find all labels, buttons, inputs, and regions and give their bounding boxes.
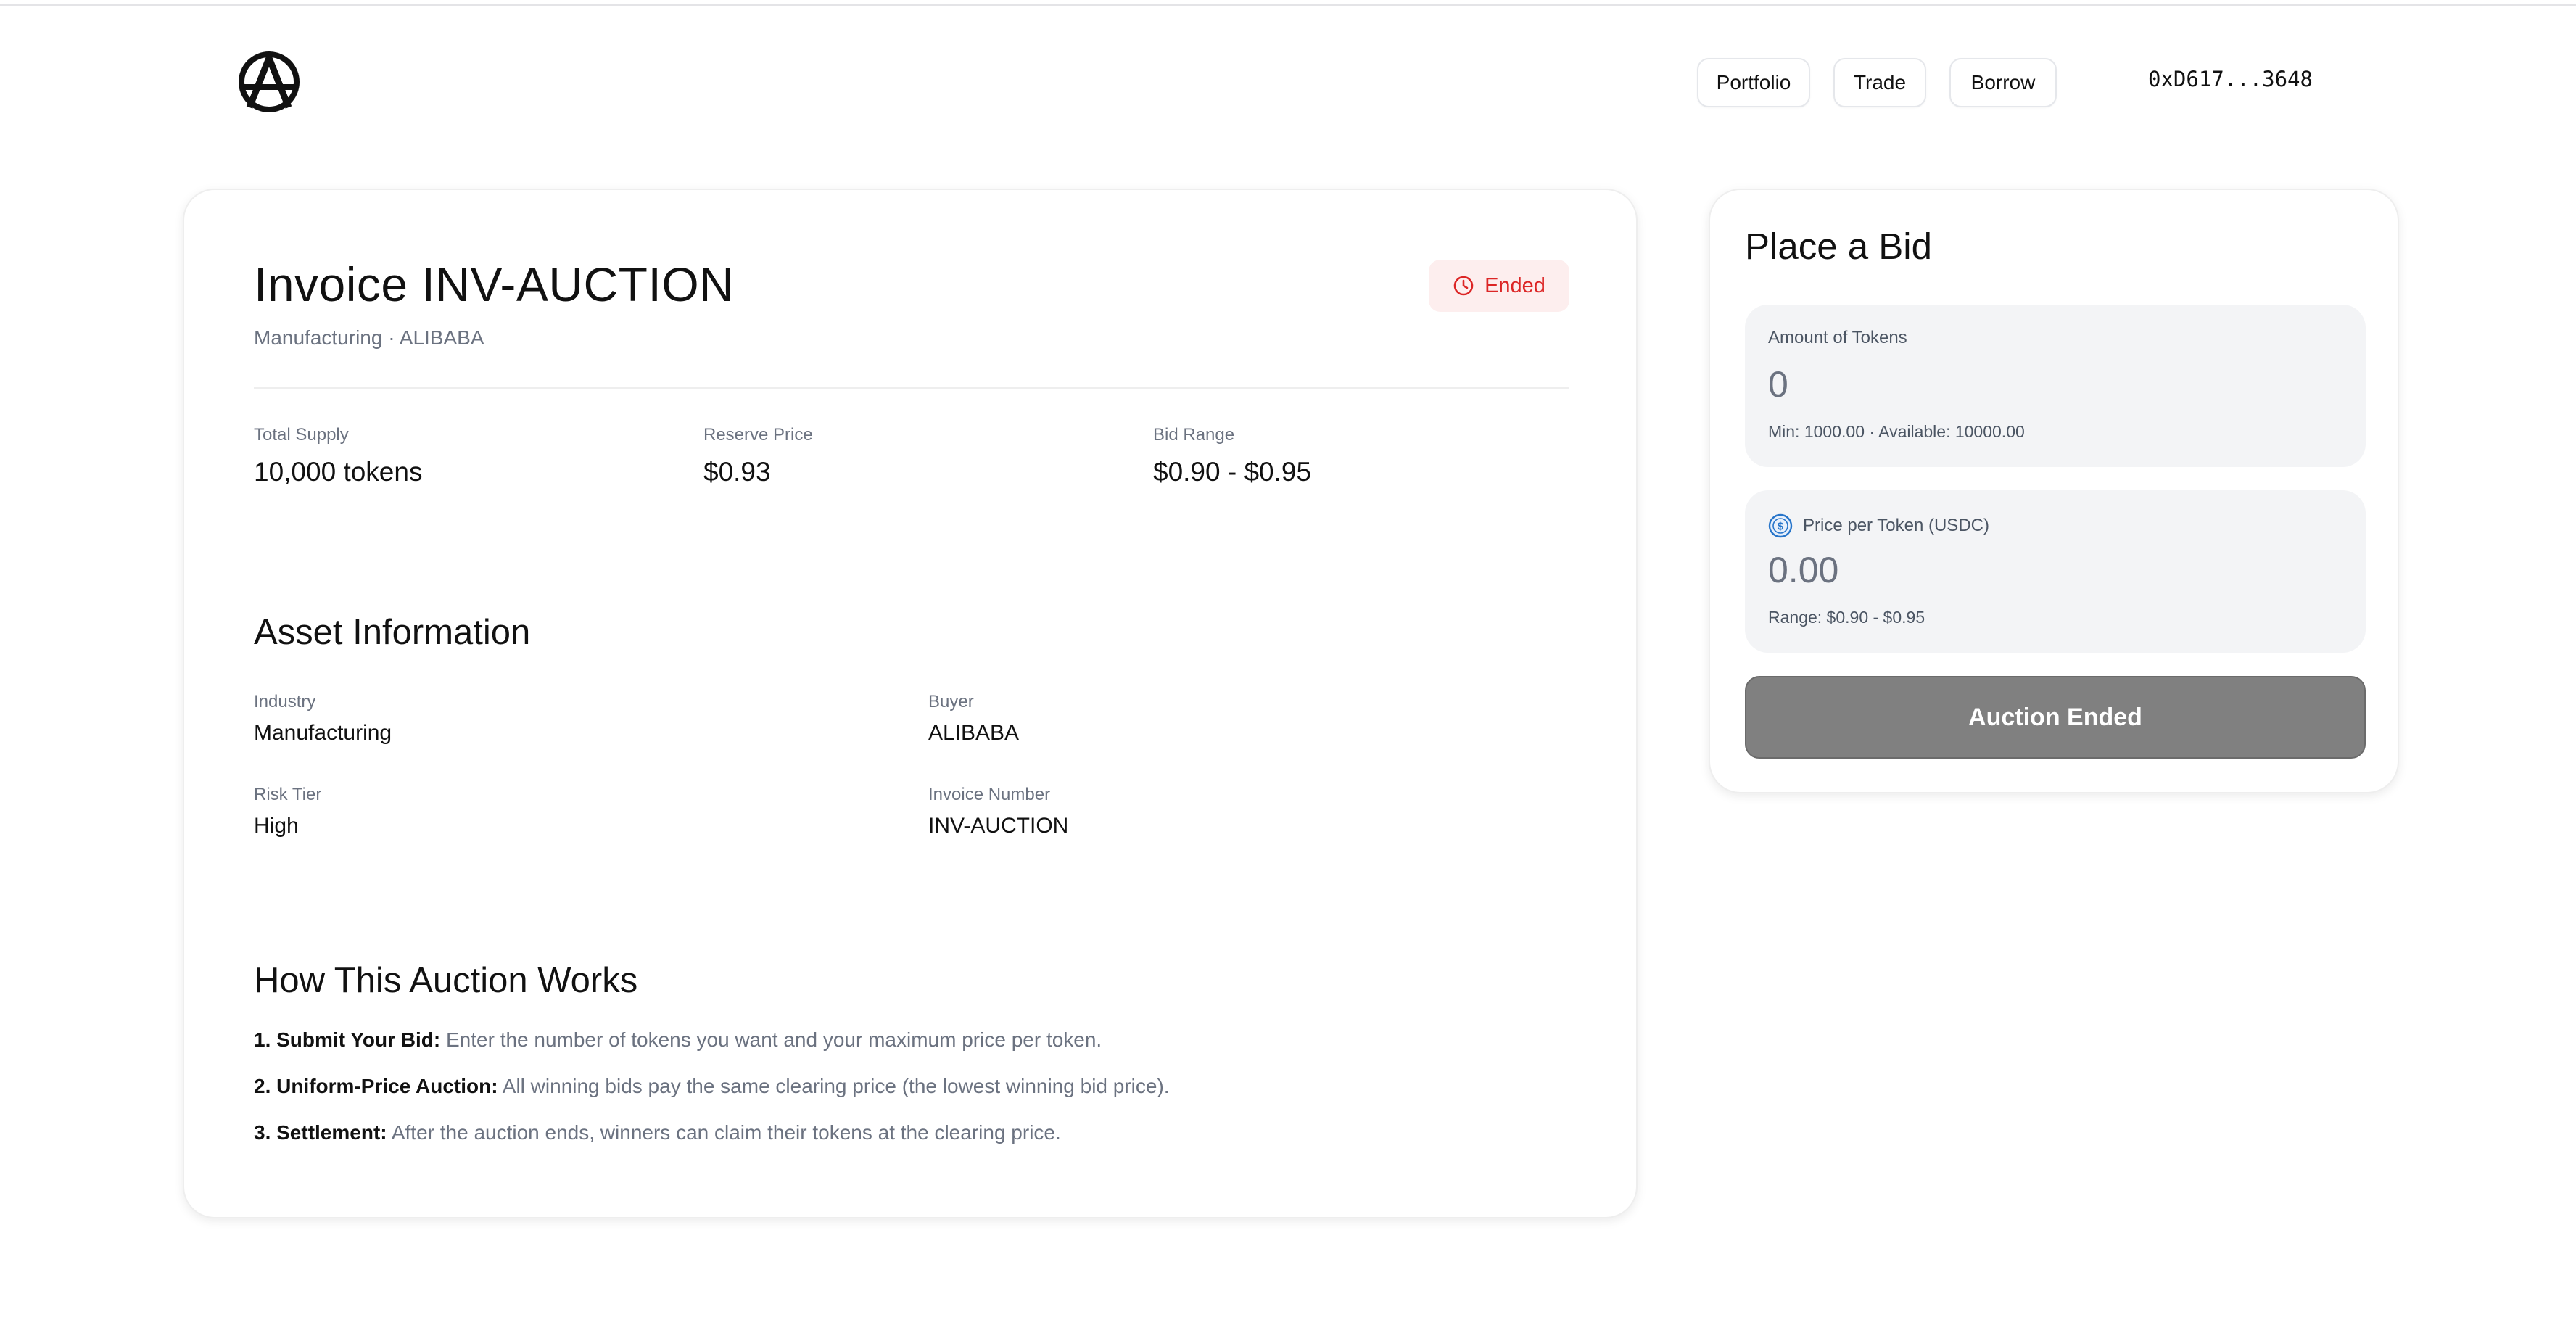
bid-panel-title: Place a Bid <box>1745 226 1932 267</box>
amount-field: Amount of Tokens Min: 1000.00 · Availabl… <box>1745 305 2366 467</box>
price-field: $ Price per Token (USDC) Range: $0.90 - … <box>1745 490 2366 653</box>
price-input[interactable] <box>1768 547 2334 593</box>
step-text: Enter the number of tokens you want and … <box>445 1028 1102 1051</box>
main-nav: Portfolio Trade Borrow <box>1697 58 2080 107</box>
top-border <box>0 0 2576 6</box>
reserve-price-label: Reserve Price <box>703 425 813 445</box>
usdc-coin-icon: $ <box>1768 513 1793 538</box>
step-title: 1. Submit Your Bid: <box>254 1028 441 1051</box>
invoice-card: Invoice INV-AUCTION Manufacturing · ALIB… <box>183 189 1638 1218</box>
status-badge: Ended <box>1429 260 1569 312</box>
svg-text:$: $ <box>1778 521 1784 533</box>
step-item: 1. Submit Your Bid: Enter the number of … <box>254 1028 1102 1052</box>
status-label: Ended <box>1485 273 1545 297</box>
bid-range-label: Bid Range <box>1153 425 1235 445</box>
reserve-price-value: $0.93 <box>703 457 771 487</box>
divider <box>254 387 1569 389</box>
clock-icon <box>1453 276 1474 296</box>
step-item: 3. Settlement: After the auction ends, w… <box>254 1121 1061 1144</box>
auction-ended-button[interactable]: Auction Ended <box>1745 676 2366 759</box>
step-item: 2. Uniform-Price Auction: All winning bi… <box>254 1075 1170 1098</box>
risk-tier-label: Risk Tier <box>254 785 322 804</box>
industry-label: Industry <box>254 692 316 711</box>
amount-label: Amount of Tokens <box>1768 328 1907 347</box>
total-supply-value: 10,000 tokens <box>254 457 423 487</box>
invoice-title: Invoice INV-AUCTION <box>254 257 735 311</box>
wallet-address-button[interactable]: 0xD617...3648 <box>2148 67 2313 91</box>
invoice-subtitle: Manufacturing · ALIBABA <box>254 326 484 349</box>
how-it-works-title: How This Auction Works <box>254 961 638 1000</box>
step-text: All winning bids pay the same clearing p… <box>502 1075 1170 1097</box>
buyer-label: Buyer <box>928 692 974 711</box>
asset-info-title: Asset Information <box>254 613 531 652</box>
nav-borrow-button[interactable]: Borrow <box>1949 58 2057 107</box>
step-title: 3. Settlement: <box>254 1121 387 1144</box>
amount-input[interactable] <box>1768 361 2334 408</box>
step-title: 2. Uniform-Price Auction: <box>254 1075 498 1097</box>
nav-portfolio-button[interactable]: Portfolio <box>1697 58 1810 107</box>
total-supply-label: Total Supply <box>254 425 349 445</box>
invoice-number-value: INV-AUCTION <box>928 814 1069 838</box>
price-label-row: $ Price per Token (USDC) <box>1768 513 1989 538</box>
industry-value: Manufacturing <box>254 721 392 745</box>
buyer-value: ALIBABA <box>928 721 1020 745</box>
app-logo-icon[interactable] <box>238 49 300 113</box>
place-bid-card: Place a Bid Amount of Tokens Min: 1000.0… <box>1709 189 2399 793</box>
price-label: Price per Token (USDC) <box>1803 516 1989 535</box>
invoice-number-label: Invoice Number <box>928 785 1051 804</box>
amount-hint: Min: 1000.00 · Available: 10000.00 <box>1768 422 2025 441</box>
price-hint: Range: $0.90 - $0.95 <box>1768 608 1925 627</box>
bid-range-value: $0.90 - $0.95 <box>1153 457 1312 487</box>
risk-tier-value: High <box>254 814 299 838</box>
step-text: After the auction ends, winners can clai… <box>391 1121 1061 1144</box>
nav-trade-button[interactable]: Trade <box>1833 58 1926 107</box>
